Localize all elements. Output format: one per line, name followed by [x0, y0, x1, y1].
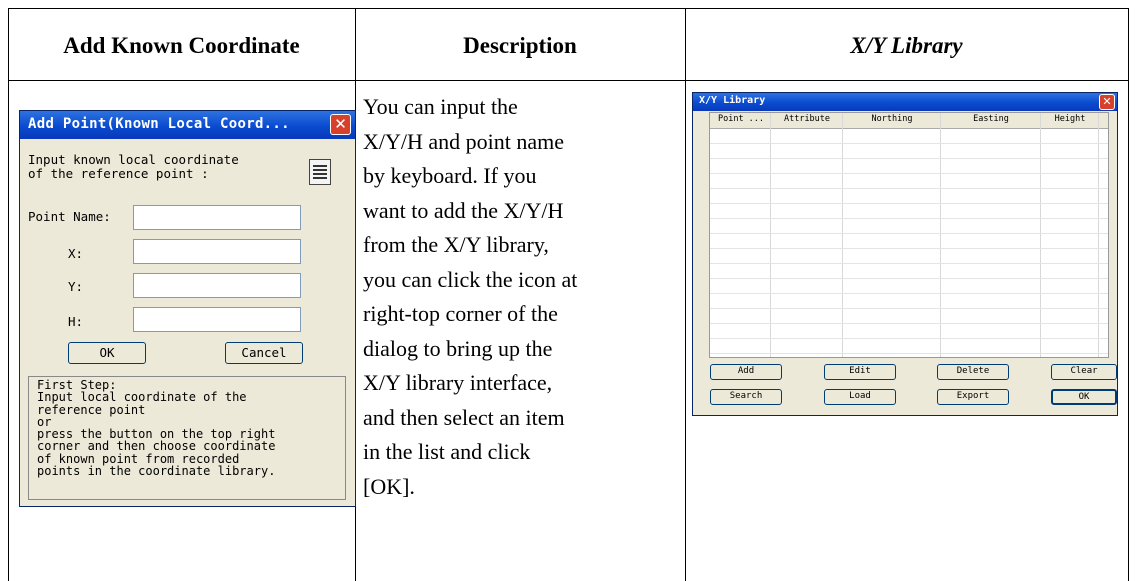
note-line: Input local coordinate of the [37, 390, 247, 405]
column-header-easting[interactable]: Easting [942, 114, 1040, 124]
export-button[interactable]: Export [937, 389, 1009, 405]
description-line: want to add the X/Y/H [363, 197, 564, 223]
header-xy-library: X/Y Library [850, 33, 963, 58]
description-line: from the X/Y library, [363, 232, 549, 257]
description-line: and then select an item [363, 404, 565, 430]
description-line: you can click the icon at [363, 266, 578, 292]
x-input[interactable] [133, 239, 301, 264]
table-right-border [1128, 8, 1129, 581]
table-left-border [8, 8, 9, 581]
description-line: by keyboard. If you [363, 163, 537, 188]
input-prompt: Input known local coordinate of the refe… [28, 153, 239, 181]
y-input[interactable] [133, 273, 301, 298]
add-button[interactable]: Add [710, 364, 782, 380]
note-line: corner and then choose coordinate [37, 439, 276, 454]
delete-button[interactable]: Delete [937, 364, 1009, 380]
library-list-icon[interactable] [309, 159, 331, 185]
x-label: X: [68, 246, 84, 261]
header-add-known-coordinate: Add Known Coordinate [63, 33, 300, 58]
table-top-border [8, 8, 1129, 9]
load-button[interactable]: Load [824, 389, 896, 405]
point-name-label: Point Name: [28, 209, 111, 224]
library-table[interactable]: Point ... Attribute Northing Easting Hei… [709, 112, 1109, 358]
column-header-point[interactable]: Point ... [714, 114, 768, 124]
column-header-height[interactable]: Height [1042, 114, 1098, 124]
add-point-title: Add Point(Known Local Coord... [28, 116, 290, 132]
xy-library-titlebar[interactable]: X/Y Library ✕ [693, 93, 1117, 111]
prompt-line: of the reference point : [28, 166, 209, 181]
edit-button[interactable]: Edit [824, 364, 896, 380]
ok-button[interactable]: OK [1051, 389, 1117, 405]
add-point-dialog: Add Point(Known Local Coord... ✕ Input k… [19, 110, 356, 507]
description-line: right-top corner of the [363, 301, 558, 326]
description-text: You can input the X/Y/H and point name b… [363, 90, 685, 504]
description-line: in the list and click [363, 439, 531, 464]
description-line: [OK]. [363, 473, 415, 499]
cancel-button[interactable]: Cancel [225, 342, 303, 364]
note-line: points in the coordinate library. [37, 464, 276, 479]
description-line: X/Y/H and point name [363, 128, 565, 154]
header-description: Description [463, 33, 577, 58]
column-divider-2 [685, 8, 686, 581]
column-header-northing[interactable]: Northing [844, 114, 940, 124]
search-button[interactable]: Search [710, 389, 782, 405]
h-input[interactable] [133, 307, 301, 332]
description-line: dialog to bring up the [363, 335, 553, 361]
prompt-line: Input known local coordinate [28, 152, 239, 167]
xy-library-title: X/Y Library [699, 95, 766, 106]
note-line: reference point [37, 402, 146, 417]
y-label: Y: [68, 279, 84, 294]
instruction-note: First Step: Input local coordinate of th… [28, 376, 346, 500]
add-point-titlebar[interactable]: Add Point(Known Local Coord... ✕ [20, 111, 355, 139]
h-label: H: [68, 314, 84, 329]
clear-button[interactable]: Clear [1051, 364, 1117, 380]
header-row-border [8, 80, 1129, 81]
description-line: You can input the [363, 94, 518, 119]
close-icon[interactable]: ✕ [1099, 94, 1115, 110]
xy-library-dialog: X/Y Library ✕ Point ... Attribute Northi… [692, 92, 1118, 416]
column-header-attribute[interactable]: Attribute [772, 114, 842, 124]
description-line: X/Y library interface, [363, 370, 553, 395]
close-icon[interactable]: ✕ [330, 114, 351, 135]
ok-button[interactable]: OK [68, 342, 146, 364]
point-name-input[interactable] [133, 205, 301, 230]
